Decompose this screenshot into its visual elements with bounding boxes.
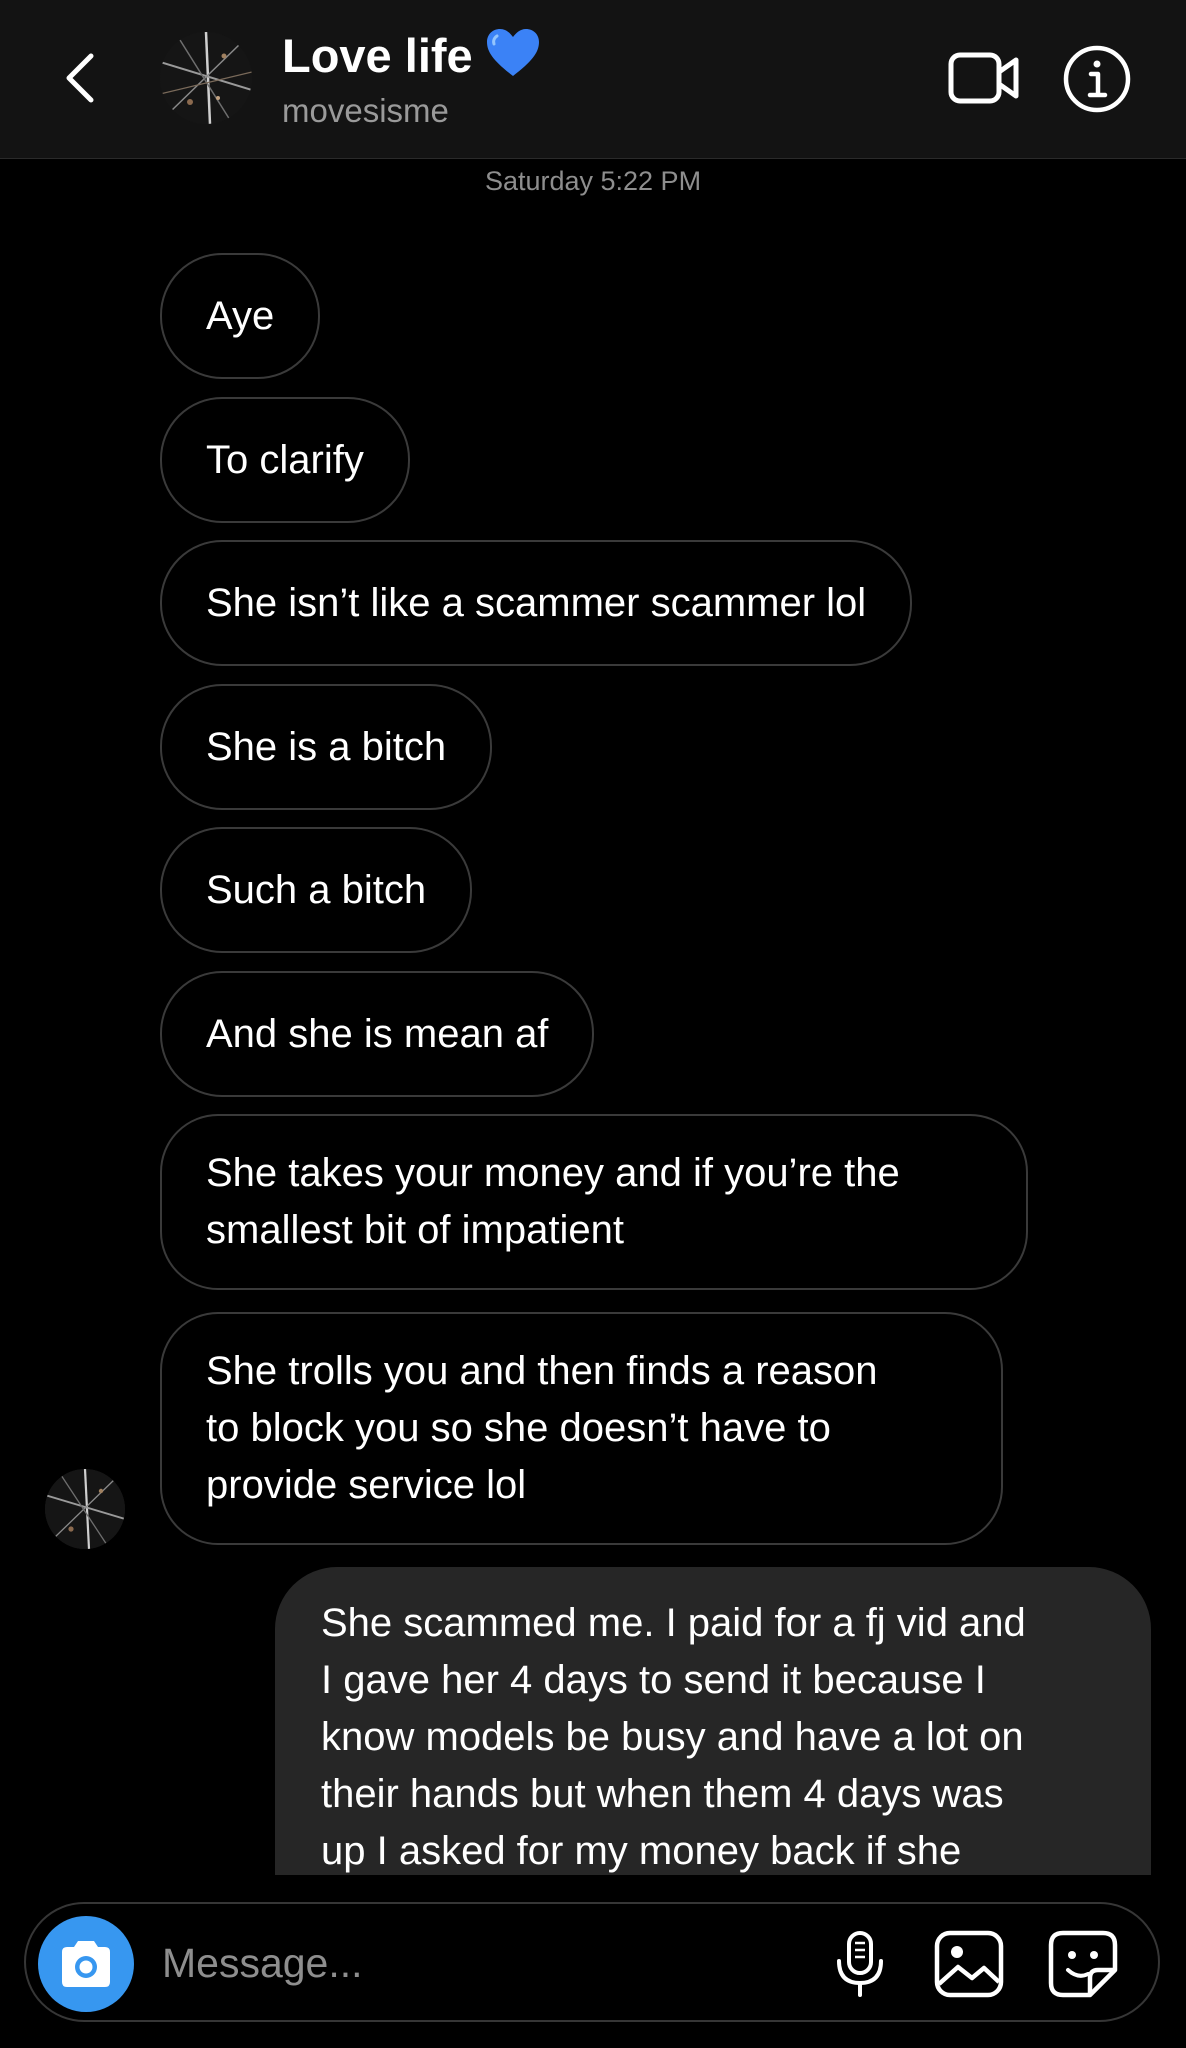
message-line: She trolls you and then finds a reason [206,1349,878,1393]
message-text: To clarify [206,438,364,482]
incoming-message[interactable]: She takes your money and if you’re the s… [160,1114,1028,1290]
camera-button[interactable] [38,1916,134,2012]
contact-username: movesisme [282,92,449,129]
incoming-message[interactable]: And she is mean af [160,971,595,1097]
outgoing-message-viewport: She scammed me. I paid for a fj vid and … [275,1567,1155,1875]
message-line: know models be busy and have a lot on [321,1715,1024,1759]
contact-avatar[interactable] [160,32,252,124]
message-line: She takes your money and if you’re the [206,1151,900,1195]
contact-name[interactable]: Love life [282,28,541,83]
info-icon[interactable] [1062,44,1132,114]
message-text: Such a bitch [206,868,427,912]
message-line: up I asked for my money back if she [321,1829,962,1873]
gallery-icon[interactable] [934,1930,1004,1998]
message-composer [24,1902,1160,2022]
incoming-message[interactable]: Aye [160,253,321,379]
message-text: Aye [206,294,275,338]
message-text: And she is mean af [206,1012,549,1056]
message-timestamp: Saturday 5:22 PM [484,166,702,196]
incoming-message[interactable]: Such a bitch [160,827,473,953]
back-icon[interactable] [55,48,105,108]
camera-icon [62,1941,110,1987]
incoming-message[interactable]: She isn’t like a scammer scammer lol [160,540,913,666]
outgoing-message[interactable]: She scammed me. I paid for a fj vid and … [275,1567,1151,1875]
message-line: She scammed me. I paid for a fj vid and [321,1601,1026,1645]
message-line: smallest bit of impatient [206,1208,624,1252]
incoming-message[interactable]: She trolls you and then finds a reason t… [160,1312,1003,1545]
message-line: provide service lol [206,1463,527,1507]
message-line: to block you so she doesn’t have to [206,1406,831,1450]
message-input[interactable] [160,1924,684,2002]
incoming-message[interactable]: She is a bitch [160,684,493,810]
message-line: their hands but when them 4 days was [321,1772,1004,1816]
microphone-icon[interactable] [834,1930,886,1998]
blue-heart-icon [486,29,539,76]
video-call-icon[interactable] [948,50,1020,106]
message-text: She is a bitch [206,725,447,769]
sender-avatar[interactable] [45,1469,125,1549]
sticker-icon[interactable] [1048,1930,1118,1998]
chat-header: Love life movesisme [0,0,1186,159]
incoming-message[interactable]: To clarify [160,397,410,523]
message-line: I gave her 4 days to send it because I [321,1658,986,1702]
contact-name-label: Love life [282,29,473,82]
message-text: She isn’t like a scammer scammer lol [206,581,867,625]
